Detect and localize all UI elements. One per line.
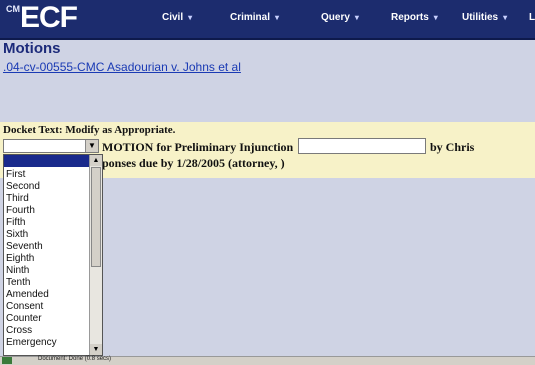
option-emergency[interactable]: Emergency — [6, 337, 57, 349]
option-sixth[interactable]: Sixth — [6, 229, 57, 241]
modifier-select[interactable]: ▼ — [3, 139, 99, 153]
dropdown-options: First Second Third Fourth Fifth Sixth Se… — [6, 169, 57, 349]
scrollbar-thumb[interactable] — [91, 167, 101, 267]
option-consent[interactable]: Consent — [6, 301, 57, 313]
scroll-up-icon[interactable]: ▲ — [90, 155, 102, 166]
docket-text-label: Docket Text: Modify as Appropriate. — [3, 124, 176, 136]
ecf-logo: ECF — [20, 1, 78, 34]
selected-option-highlight[interactable] — [4, 155, 90, 167]
chevron-down-icon: ▾ — [433, 13, 438, 22]
chevron-down-icon: ▾ — [354, 13, 359, 22]
page-status-icon — [2, 357, 12, 364]
page-title: Motions — [3, 40, 61, 57]
option-tenth[interactable]: Tenth — [6, 277, 57, 289]
menu-utilities-label: Utilities — [462, 12, 499, 23]
status-text: Document: Done (0.8 secs) — [38, 356, 112, 362]
menu-utilities[interactable]: Utilities ▾ — [462, 12, 507, 23]
option-first[interactable]: First — [6, 169, 57, 181]
menu-reports-label: Reports — [391, 12, 429, 23]
menu-query-label: Query — [321, 12, 350, 23]
option-amended[interactable]: Amended — [6, 289, 57, 301]
main-content: Motions .04-cv-00555-CMC Asadourian v. J… — [0, 40, 535, 356]
top-nav-bar: CM ECF Civil ▾ Criminal ▾ Query ▾ Reports ▾ … — [0, 0, 535, 40]
motion-text: MOTION for Preliminary Injunction — [102, 140, 294, 154]
menu-criminal[interactable]: Criminal ▾ — [230, 12, 279, 23]
case-link[interactable]: .04-cv-00555-CMC Asadourian v. Johns et … — [3, 60, 241, 74]
dropdown-scrollbar[interactable]: ▲ ▼ — [89, 155, 102, 355]
chevron-down-icon: ▾ — [188, 13, 193, 22]
option-third[interactable]: Third — [6, 193, 57, 205]
browser-window: CM ECF Civil ▾ Criminal ▾ Query ▾ Reports ▾ … — [0, 0, 535, 365]
option-ninth[interactable]: Ninth — [6, 265, 57, 277]
menu-civil-label: Civil — [162, 12, 184, 23]
chevron-down-icon: ▾ — [275, 13, 280, 22]
option-fifth[interactable]: Fifth — [6, 217, 57, 229]
logo-prefix: CM — [6, 4, 20, 14]
option-eighth[interactable]: Eighth — [6, 253, 57, 265]
menu-reports[interactable]: Reports ▾ — [391, 12, 438, 23]
by-text: by Chris — [430, 140, 475, 154]
scroll-down-icon[interactable]: ▼ — [90, 344, 102, 355]
dropdown-arrow-icon[interactable]: ▼ — [85, 140, 98, 152]
injunction-text-input[interactable] — [298, 138, 426, 154]
menu-query[interactable]: Query ▾ — [321, 12, 359, 23]
chevron-down-icon: ▾ — [503, 13, 508, 22]
option-cross[interactable]: Cross — [6, 325, 57, 337]
menu-overflow[interactable]: L — [529, 12, 535, 23]
modifier-dropdown-list[interactable]: First Second Third Fourth Fifth Sixth Se… — [3, 154, 103, 356]
option-second[interactable]: Second — [6, 181, 57, 193]
menu-criminal-label: Criminal — [230, 12, 271, 23]
option-counter[interactable]: Counter — [6, 313, 57, 325]
option-seventh[interactable]: Seventh — [6, 241, 57, 253]
responses-due-text: ponses due by 1/28/2005 (attorney, ) — [102, 156, 285, 170]
option-fourth[interactable]: Fourth — [6, 205, 57, 217]
menu-civil[interactable]: Civil ▾ — [162, 12, 192, 23]
